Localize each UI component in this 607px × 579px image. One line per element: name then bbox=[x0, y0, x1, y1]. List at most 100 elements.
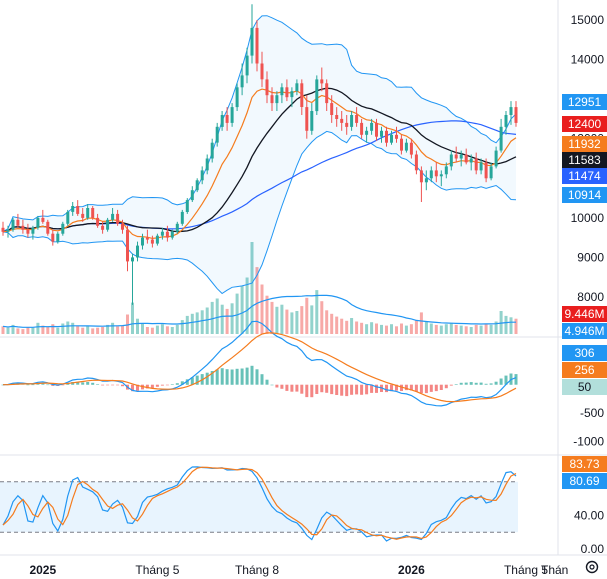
candle-body[interactable] bbox=[170, 231, 174, 238]
candle-body[interactable] bbox=[56, 233, 60, 242]
candle-body[interactable] bbox=[210, 142, 214, 159]
candle-body[interactable] bbox=[310, 111, 314, 131]
candle-body[interactable] bbox=[106, 219, 110, 230]
candle-body[interactable] bbox=[429, 170, 433, 179]
candle-body[interactable] bbox=[459, 154, 463, 159]
candle-body[interactable] bbox=[489, 166, 493, 179]
candle-body[interactable] bbox=[260, 63, 264, 80]
candle-body[interactable] bbox=[21, 225, 25, 230]
candle-body[interactable] bbox=[479, 162, 483, 171]
candle-body[interactable] bbox=[255, 27, 259, 64]
candle-body[interactable] bbox=[86, 208, 90, 218]
candle-body[interactable] bbox=[205, 158, 209, 171]
candle-body[interactable] bbox=[340, 118, 344, 123]
candle-body[interactable] bbox=[270, 95, 274, 104]
candle-body[interactable] bbox=[390, 134, 393, 143]
candle-body[interactable] bbox=[111, 213, 115, 220]
candle-body[interactable] bbox=[265, 79, 269, 96]
candle-body[interactable] bbox=[36, 217, 40, 228]
candle-body[interactable] bbox=[145, 237, 149, 240]
candle-body[interactable] bbox=[195, 180, 199, 191]
candle-body[interactable] bbox=[290, 91, 294, 98]
candle-body[interactable] bbox=[330, 103, 334, 115]
candle-body[interactable] bbox=[320, 79, 324, 84]
candle-body[interactable] bbox=[230, 107, 234, 123]
candle-body[interactable] bbox=[315, 79, 319, 112]
candle-body[interactable] bbox=[419, 170, 423, 183]
candle-body[interactable] bbox=[280, 87, 284, 96]
candle-body[interactable] bbox=[175, 223, 179, 232]
candle-body[interactable] bbox=[409, 142, 413, 155]
candle-body[interactable] bbox=[96, 217, 100, 226]
candle-body[interactable] bbox=[360, 122, 364, 135]
candle-body[interactable] bbox=[464, 154, 468, 163]
candle-body[interactable] bbox=[424, 178, 428, 183]
candle-body[interactable] bbox=[434, 170, 438, 177]
candle-body[interactable] bbox=[101, 225, 105, 230]
candle-body[interactable] bbox=[116, 213, 120, 224]
candle-body[interactable] bbox=[76, 206, 80, 214]
candle-body[interactable] bbox=[220, 115, 224, 127]
candle-body[interactable] bbox=[1, 227, 5, 232]
candle-body[interactable] bbox=[499, 126, 503, 151]
candle-body[interactable] bbox=[121, 223, 124, 230]
candle-body[interactable] bbox=[150, 239, 154, 244]
candle-body[interactable] bbox=[414, 154, 418, 171]
candle-body[interactable] bbox=[305, 107, 309, 131]
candle-body[interactable] bbox=[225, 115, 229, 123]
candle-body[interactable] bbox=[509, 107, 513, 115]
candle-body[interactable] bbox=[275, 95, 279, 104]
candle-body[interactable] bbox=[350, 115, 354, 127]
candle-body[interactable] bbox=[494, 150, 498, 167]
candle-body[interactable] bbox=[81, 213, 85, 218]
candle-body[interactable] bbox=[185, 200, 189, 212]
candle-body[interactable] bbox=[325, 83, 329, 104]
candle-body[interactable] bbox=[484, 162, 488, 179]
candle-body[interactable] bbox=[375, 122, 378, 137]
candle-body[interactable] bbox=[365, 130, 369, 135]
candle-body[interactable] bbox=[335, 115, 339, 119]
candle-body[interactable] bbox=[16, 219, 20, 226]
candle-body[interactable] bbox=[51, 233, 55, 242]
candle-body[interactable] bbox=[66, 211, 70, 224]
candle-body[interactable] bbox=[71, 206, 75, 212]
candle-body[interactable] bbox=[395, 134, 398, 139]
stock-chart[interactable]: 15000140001300012000110001000090008000-5… bbox=[0, 0, 607, 579]
candle-body[interactable] bbox=[385, 130, 388, 143]
candle-body[interactable] bbox=[300, 83, 304, 107]
candle-body[interactable] bbox=[454, 154, 458, 159]
candle-body[interactable] bbox=[240, 75, 244, 88]
candle-body[interactable] bbox=[469, 158, 473, 163]
candle-body[interactable] bbox=[31, 227, 35, 234]
candle-body[interactable] bbox=[200, 170, 204, 181]
candle-body[interactable] bbox=[250, 27, 254, 56]
candle-body[interactable] bbox=[504, 115, 508, 127]
candle-body[interactable] bbox=[46, 221, 50, 234]
candle-body[interactable] bbox=[400, 138, 403, 151]
candle-body[interactable] bbox=[474, 158, 478, 171]
candle-body[interactable] bbox=[295, 83, 299, 92]
candle-body[interactable] bbox=[136, 245, 139, 258]
candle-body[interactable] bbox=[285, 87, 289, 98]
candle-body[interactable] bbox=[126, 229, 129, 262]
candle-body[interactable] bbox=[11, 219, 15, 230]
candle-body[interactable] bbox=[41, 217, 45, 222]
candle-body[interactable] bbox=[141, 237, 144, 246]
candle-body[interactable] bbox=[91, 208, 95, 218]
candle-body[interactable] bbox=[370, 122, 374, 131]
candle-body[interactable] bbox=[190, 190, 194, 201]
candle-body[interactable] bbox=[61, 223, 65, 234]
candle-body[interactable] bbox=[6, 229, 10, 232]
candle-body[interactable] bbox=[215, 126, 219, 143]
candle-body[interactable] bbox=[235, 87, 239, 108]
candle-body[interactable] bbox=[345, 122, 349, 127]
candle-body[interactable] bbox=[131, 257, 134, 262]
candle-body[interactable] bbox=[380, 130, 383, 137]
candle-body[interactable] bbox=[26, 229, 30, 234]
candle-body[interactable] bbox=[355, 115, 359, 123]
candle-body[interactable] bbox=[165, 231, 169, 238]
candle-body[interactable] bbox=[245, 55, 249, 76]
candle-body[interactable] bbox=[439, 174, 443, 177]
candle-body[interactable] bbox=[404, 142, 408, 151]
candle-body[interactable] bbox=[449, 154, 453, 167]
